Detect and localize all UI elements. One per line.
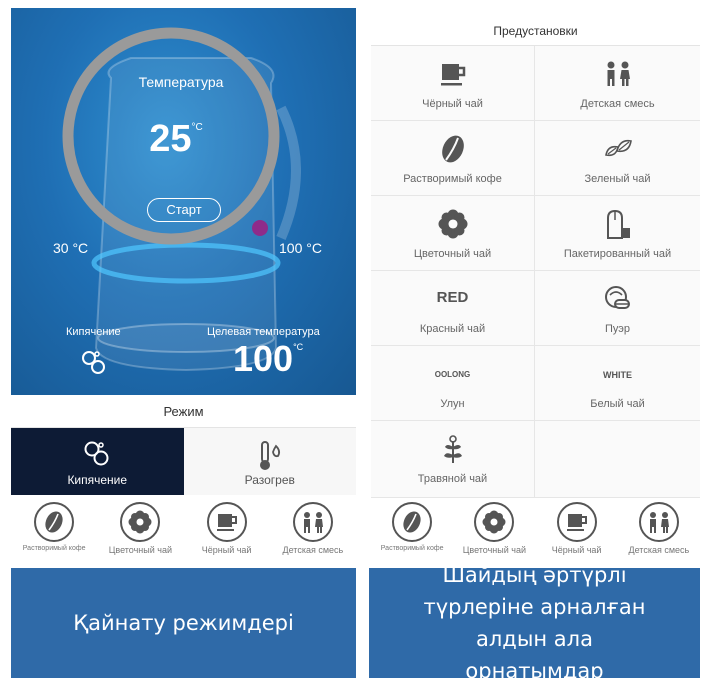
- preset-label: Белый чай: [590, 398, 645, 410]
- quick-preset-baby-formula[interactable]: Детская смесь: [618, 498, 700, 568]
- quick-preset-label: Цветочный чай: [108, 545, 172, 555]
- caption-boil-modes: Қайнату режимдері: [11, 568, 356, 678]
- range-min-label: 30 °C: [53, 240, 89, 256]
- preset-label: Цветочный чай: [413, 248, 492, 260]
- preset-label: Растворимый кофе: [403, 173, 502, 185]
- quick-preset-label: Растворимый кофе: [380, 545, 444, 552]
- preset-baby-formula[interactable]: Детская смесь: [535, 46, 700, 121]
- preset-red-tea[interactable]: RED Красный чай: [371, 271, 535, 346]
- flower-icon: [438, 209, 467, 239]
- preset-label: Травяной чай: [417, 473, 488, 485]
- quick-preset-label: Детская смесь: [282, 545, 344, 555]
- preset-label: Пуэр: [604, 323, 630, 335]
- quick-preset-coffee[interactable]: Растворимый кофе: [11, 498, 97, 568]
- white-text-icon: WHITE: [603, 370, 632, 380]
- cup-icon: [216, 514, 237, 531]
- coffee-bean-icon: [441, 135, 464, 163]
- preset-label: Улун: [440, 398, 465, 410]
- coffee-bean-icon: [45, 511, 63, 533]
- preset-oolong[interactable]: OOLONG Улун: [371, 346, 535, 421]
- quick-preset-black-tea[interactable]: Чёрный чай: [184, 498, 270, 568]
- leaves-icon: [604, 139, 632, 157]
- preset-label: Пакетированный чай: [563, 248, 672, 260]
- target-temperature-value[interactable]: 100°C: [233, 338, 303, 380]
- presets-screen: Предустановки Чёрный чай Детская смесь Р…: [371, 8, 700, 568]
- quick-preset-baby-formula[interactable]: Детская смесь: [270, 498, 356, 568]
- quick-preset-flower[interactable]: Цветочный чай: [97, 498, 183, 568]
- bubbles-icon: [84, 441, 109, 466]
- preset-black-tea[interactable]: Чёрный чай: [371, 46, 535, 121]
- preset-green-tea[interactable]: Зеленый чай: [535, 121, 700, 196]
- dial-handle[interactable]: [252, 220, 268, 236]
- caption-text: Шайдың әртүрлі түрлеріне арналған алдын …: [423, 563, 646, 678]
- preset-label: Красный чай: [419, 323, 486, 335]
- preset-label: Зеленый чай: [584, 173, 651, 185]
- mode-tab-heat[interactable]: Разогрев: [183, 428, 356, 495]
- caption-presets: Шайдың әртүрлі түрлеріне арналған алдын …: [369, 563, 700, 678]
- presets-title: Предустановки: [371, 8, 700, 46]
- cup-icon: [440, 64, 465, 86]
- target-temperature-label: Целевая температура: [207, 326, 320, 338]
- mode-title: Режим: [11, 395, 356, 428]
- quick-preset-coffee[interactable]: Растворимый кофе: [371, 498, 453, 568]
- coffee-bean-icon: [403, 511, 421, 533]
- preset-instant-coffee[interactable]: Растворимый кофе: [371, 121, 535, 196]
- quick-preset-label: Детская смесь: [628, 545, 690, 555]
- teabag-icon: [606, 209, 630, 239]
- oolong-text-icon: OOLONG: [434, 370, 471, 379]
- thermometer-flame-icon: [259, 441, 280, 470]
- mode-tabs: Кипячение Разогрев: [11, 428, 356, 495]
- quick-preset-label: Цветочный чай: [462, 545, 526, 555]
- bubbles-icon: [82, 351, 105, 374]
- children-icon: [607, 61, 630, 86]
- boil-label: Кипячение: [66, 326, 121, 338]
- children-icon: [649, 512, 669, 533]
- temperature-value: 25°C: [149, 118, 203, 160]
- range-max-label: 100 °C: [279, 240, 322, 256]
- preset-bagged-tea[interactable]: Пакетированный чай: [535, 196, 700, 271]
- mode-tab-label: Кипячение: [67, 473, 128, 487]
- quick-preset-black-tea[interactable]: Чёрный чай: [536, 498, 618, 568]
- start-button[interactable]: Старт: [147, 198, 221, 222]
- preset-herbal-tea[interactable]: Травяной чай: [371, 421, 535, 498]
- quick-preset-label: Чёрный чай: [201, 545, 252, 555]
- preset-puer[interactable]: Пуэр: [535, 271, 700, 346]
- red-text-icon: RED: [436, 289, 469, 306]
- preset-flower-tea[interactable]: Цветочный чай: [371, 196, 535, 271]
- quick-presets-bar: Растворимый кофе Цветочный чай Чёрный ча…: [11, 498, 356, 568]
- preset-white-tea[interactable]: WHITE Белый чай: [535, 346, 700, 421]
- preset-empty-cell: [535, 421, 700, 498]
- caption-text: Қайнату режимдері: [73, 611, 294, 635]
- quick-presets-bar: Растворимый кофе Цветочный чай Чёрный ча…: [371, 498, 700, 568]
- flower-icon: [482, 510, 506, 534]
- boil-modes-screen: Температура 25°C Старт 30 °C 100 °C Кипя…: [11, 8, 356, 568]
- kettle-hero: Температура 25°C Старт 30 °C 100 °C Кипя…: [11, 8, 356, 395]
- quick-preset-flower[interactable]: Цветочный чай: [453, 498, 535, 568]
- mode-tab-boil[interactable]: Кипячение: [11, 428, 184, 495]
- puer-icon: [604, 286, 630, 309]
- preset-label: Чёрный чай: [422, 98, 483, 110]
- temperature-label: Температура: [138, 74, 224, 90]
- herb-icon: [443, 435, 462, 463]
- flower-icon: [128, 510, 152, 534]
- children-icon: [303, 512, 323, 533]
- preset-label: Детская смесь: [580, 98, 655, 110]
- quick-preset-label: Чёрный чай: [551, 545, 602, 555]
- mode-tab-label: Разогрев: [244, 473, 295, 487]
- quick-preset-label: Растворимый кофе: [22, 545, 86, 552]
- cup-icon: [566, 514, 587, 531]
